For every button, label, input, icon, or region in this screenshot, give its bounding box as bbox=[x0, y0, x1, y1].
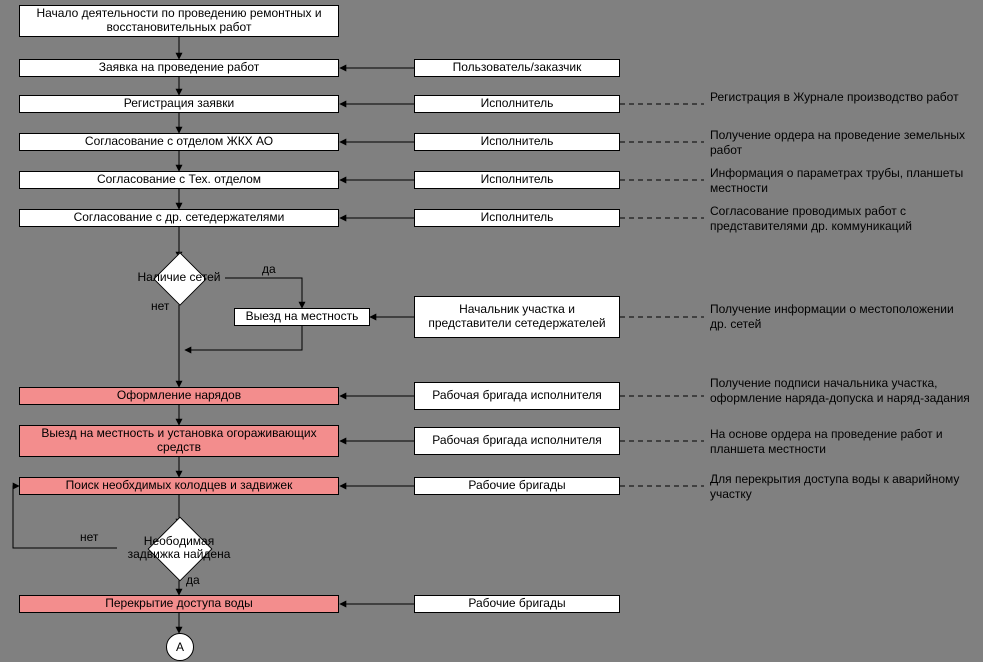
actor-brigade-orders: Рабочая бригада исполнителя bbox=[414, 382, 620, 410]
flowchart-canvas: Начало деятельности по проведению ремонт… bbox=[0, 0, 983, 662]
note-zkh: Получение ордера на проведение земельных… bbox=[710, 128, 970, 158]
node-orders: Оформление нарядов bbox=[19, 387, 339, 405]
label-no-2: нет bbox=[80, 530, 98, 544]
note-wells: Для перекрытия доступа воды к аварийному… bbox=[710, 472, 970, 502]
node-search-wells: Поиск необхдимых колодцев и задвижек bbox=[19, 477, 339, 495]
label-yes-1: да bbox=[262, 262, 276, 276]
note-orders: Получение подписи начальника участка, оф… bbox=[710, 376, 970, 406]
actor-exec-other: Исполнитель bbox=[414, 209, 620, 227]
actor-brigades-wells: Рабочие бригады bbox=[414, 477, 620, 495]
node-request: Заявка на проведение работ bbox=[19, 59, 339, 77]
note-tech: Информация о параметрах трубы, планшеты … bbox=[710, 166, 970, 196]
node-shutoff: Перекрытие доступа воды bbox=[19, 595, 339, 613]
node-registration: Регистрация заявки bbox=[19, 95, 339, 113]
actor-exec-tech: Исполнитель bbox=[414, 171, 620, 189]
connector-a: A bbox=[166, 633, 194, 661]
actor-brigades-shutoff: Рабочие бригады bbox=[414, 595, 620, 613]
actor-exec-reg: Исполнитель bbox=[414, 95, 620, 113]
node-agree-tech: Согласование с Тех. отделом bbox=[19, 171, 339, 189]
node-start: Начало деятельности по проведению ремонт… bbox=[19, 5, 339, 37]
decision-networks-label: Наличие сетей bbox=[134, 271, 224, 284]
decision-valve-label: Неободимая задвижка найдена bbox=[122, 535, 236, 561]
node-agree-zkh: Согласование с отделом ЖКХ АО bbox=[19, 133, 339, 151]
note-other: Согласование проводимых работ с представ… bbox=[710, 204, 970, 234]
node-fencing: Выезд на местность и установка огоражива… bbox=[19, 425, 339, 457]
actor-field: Начальник участка и представители сетеде… bbox=[414, 296, 620, 338]
note-field: Получение информации о местоположении др… bbox=[710, 302, 970, 332]
node-field-trip: Выезд на местность bbox=[234, 308, 370, 326]
note-registration: Регистрация в Журнале производство работ bbox=[710, 90, 970, 105]
label-yes-2: да bbox=[186, 573, 200, 587]
label-no-1: нет bbox=[151, 299, 169, 313]
note-fencing: На основе ордера на проведение работ и п… bbox=[710, 427, 970, 457]
node-agree-other: Согласование с др. сетедержателями bbox=[19, 209, 339, 227]
actor-exec-zkh: Исполнитель bbox=[414, 133, 620, 151]
actor-brigade-fencing: Рабочая бригада исполнителя bbox=[414, 427, 620, 455]
actor-customer: Пользователь/заказчик bbox=[414, 59, 620, 77]
